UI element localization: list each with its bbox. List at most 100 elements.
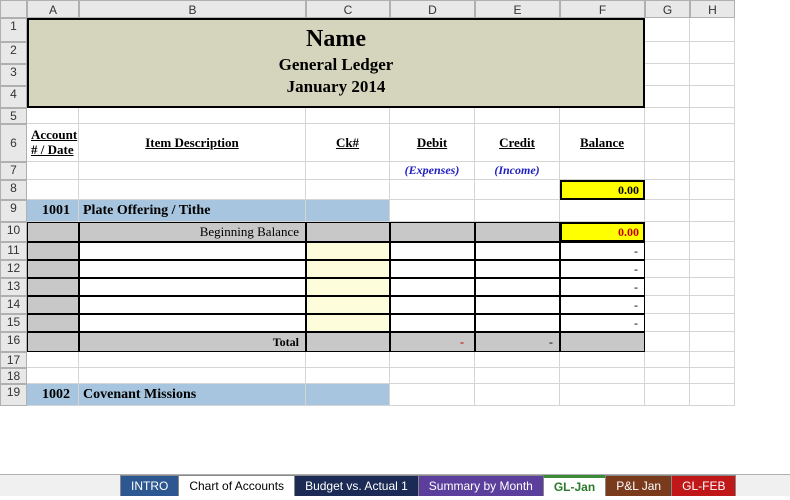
cell-D8[interactable] bbox=[390, 180, 475, 200]
cell-E5[interactable] bbox=[475, 108, 560, 124]
cell-F7[interactable] bbox=[560, 162, 645, 180]
cell-G9[interactable] bbox=[645, 200, 690, 222]
cell-F13[interactable]: - bbox=[560, 278, 645, 296]
cell-G4[interactable] bbox=[645, 86, 690, 108]
cell-A5[interactable] bbox=[27, 108, 79, 124]
cell-G15[interactable] bbox=[645, 314, 690, 332]
cell-H15[interactable] bbox=[690, 314, 735, 332]
cell-G10[interactable] bbox=[645, 222, 690, 242]
tab-gl-jan[interactable]: GL-Jan bbox=[543, 475, 606, 496]
cell-A18[interactable] bbox=[27, 368, 79, 384]
cell-G18[interactable] bbox=[645, 368, 690, 384]
cell-B13[interactable] bbox=[79, 278, 306, 296]
cell-D14[interactable] bbox=[390, 296, 475, 314]
cell-A8[interactable] bbox=[27, 180, 79, 200]
cell-B15[interactable] bbox=[79, 314, 306, 332]
select-all-corner[interactable] bbox=[0, 0, 27, 18]
cell-H13[interactable] bbox=[690, 278, 735, 296]
cell-F18[interactable] bbox=[560, 368, 645, 384]
cell-F11[interactable]: - bbox=[560, 242, 645, 260]
cell-C13[interactable] bbox=[306, 278, 390, 296]
cell-H9[interactable] bbox=[690, 200, 735, 222]
cell-C8[interactable] bbox=[306, 180, 390, 200]
cell-C12[interactable] bbox=[306, 260, 390, 278]
cell-D13[interactable] bbox=[390, 278, 475, 296]
spreadsheet-grid[interactable]: A B C D E F G H 1 Name General Ledger Ja… bbox=[0, 0, 790, 406]
section2-name[interactable]: Covenant Missions bbox=[79, 384, 306, 406]
cell-F5[interactable] bbox=[560, 108, 645, 124]
row-header-2[interactable]: 2 bbox=[0, 42, 27, 64]
cell-A10[interactable] bbox=[27, 222, 79, 242]
cell-B12[interactable] bbox=[79, 260, 306, 278]
row-header-3[interactable]: 3 bbox=[0, 64, 27, 86]
col-header-H[interactable]: H bbox=[690, 0, 735, 18]
cell-H7[interactable] bbox=[690, 162, 735, 180]
cell-D17[interactable] bbox=[390, 352, 475, 368]
tab-summary-by-month[interactable]: Summary by Month bbox=[418, 475, 544, 496]
cell-E9[interactable] bbox=[475, 200, 560, 222]
col-header-F[interactable]: F bbox=[560, 0, 645, 18]
cell-E10[interactable] bbox=[475, 222, 560, 242]
cell-H16[interactable] bbox=[690, 332, 735, 352]
row-header-11[interactable]: 11 bbox=[0, 242, 27, 260]
row-header-13[interactable]: 13 bbox=[0, 278, 27, 296]
cell-F14[interactable]: - bbox=[560, 296, 645, 314]
row-header-7[interactable]: 7 bbox=[0, 162, 27, 180]
cell-E14[interactable] bbox=[475, 296, 560, 314]
cell-G6[interactable] bbox=[645, 124, 690, 162]
cell-A13[interactable] bbox=[27, 278, 79, 296]
row-header-19[interactable]: 19 bbox=[0, 384, 27, 406]
row-header-15[interactable]: 15 bbox=[0, 314, 27, 332]
col-header-C[interactable]: C bbox=[306, 0, 390, 18]
cell-C7[interactable] bbox=[306, 162, 390, 180]
cell-G5[interactable] bbox=[645, 108, 690, 124]
cell-G1[interactable] bbox=[645, 18, 690, 42]
col-header-G[interactable]: G bbox=[645, 0, 690, 18]
cell-E12[interactable] bbox=[475, 260, 560, 278]
row-header-4[interactable]: 4 bbox=[0, 86, 27, 108]
section2-acct[interactable]: 1002 bbox=[27, 384, 79, 406]
cell-A12[interactable] bbox=[27, 260, 79, 278]
cell-H14[interactable] bbox=[690, 296, 735, 314]
cell-G3[interactable] bbox=[645, 64, 690, 86]
cell-H10[interactable] bbox=[690, 222, 735, 242]
cell-A16[interactable] bbox=[27, 332, 79, 352]
cell-G13[interactable] bbox=[645, 278, 690, 296]
col-header-D[interactable]: D bbox=[390, 0, 475, 18]
cell-B5[interactable] bbox=[79, 108, 306, 124]
cell-G11[interactable] bbox=[645, 242, 690, 260]
cell-H3[interactable] bbox=[690, 64, 735, 86]
col-header-B[interactable]: B bbox=[79, 0, 306, 18]
beginning-balance-value[interactable]: 0.00 bbox=[560, 222, 645, 242]
section1-acct[interactable]: 1001 bbox=[27, 200, 79, 222]
cell-F17[interactable] bbox=[560, 352, 645, 368]
cell-G12[interactable] bbox=[645, 260, 690, 278]
cell-B8[interactable] bbox=[79, 180, 306, 200]
cell-H4[interactable] bbox=[690, 86, 735, 108]
cell-F19[interactable] bbox=[560, 384, 645, 406]
cell-D5[interactable] bbox=[390, 108, 475, 124]
cell-D9[interactable] bbox=[390, 200, 475, 222]
cell-D19[interactable] bbox=[390, 384, 475, 406]
cell-D10[interactable] bbox=[390, 222, 475, 242]
cell-H1[interactable] bbox=[690, 18, 735, 42]
row-header-18[interactable]: 18 bbox=[0, 368, 27, 384]
cell-H17[interactable] bbox=[690, 352, 735, 368]
cell-D12[interactable] bbox=[390, 260, 475, 278]
cell-A17[interactable] bbox=[27, 352, 79, 368]
cell-F9[interactable] bbox=[560, 200, 645, 222]
cell-C9[interactable] bbox=[306, 200, 390, 222]
cell-F15[interactable]: - bbox=[560, 314, 645, 332]
cell-B14[interactable] bbox=[79, 296, 306, 314]
cell-A15[interactable] bbox=[27, 314, 79, 332]
cell-B17[interactable] bbox=[79, 352, 306, 368]
tab-intro[interactable]: INTRO bbox=[120, 475, 179, 496]
cell-E18[interactable] bbox=[475, 368, 560, 384]
cell-A11[interactable] bbox=[27, 242, 79, 260]
cell-E11[interactable] bbox=[475, 242, 560, 260]
col-header-A[interactable]: A bbox=[27, 0, 79, 18]
cell-H2[interactable] bbox=[690, 42, 735, 64]
cell-A14[interactable] bbox=[27, 296, 79, 314]
cell-E8[interactable] bbox=[475, 180, 560, 200]
cell-D15[interactable] bbox=[390, 314, 475, 332]
